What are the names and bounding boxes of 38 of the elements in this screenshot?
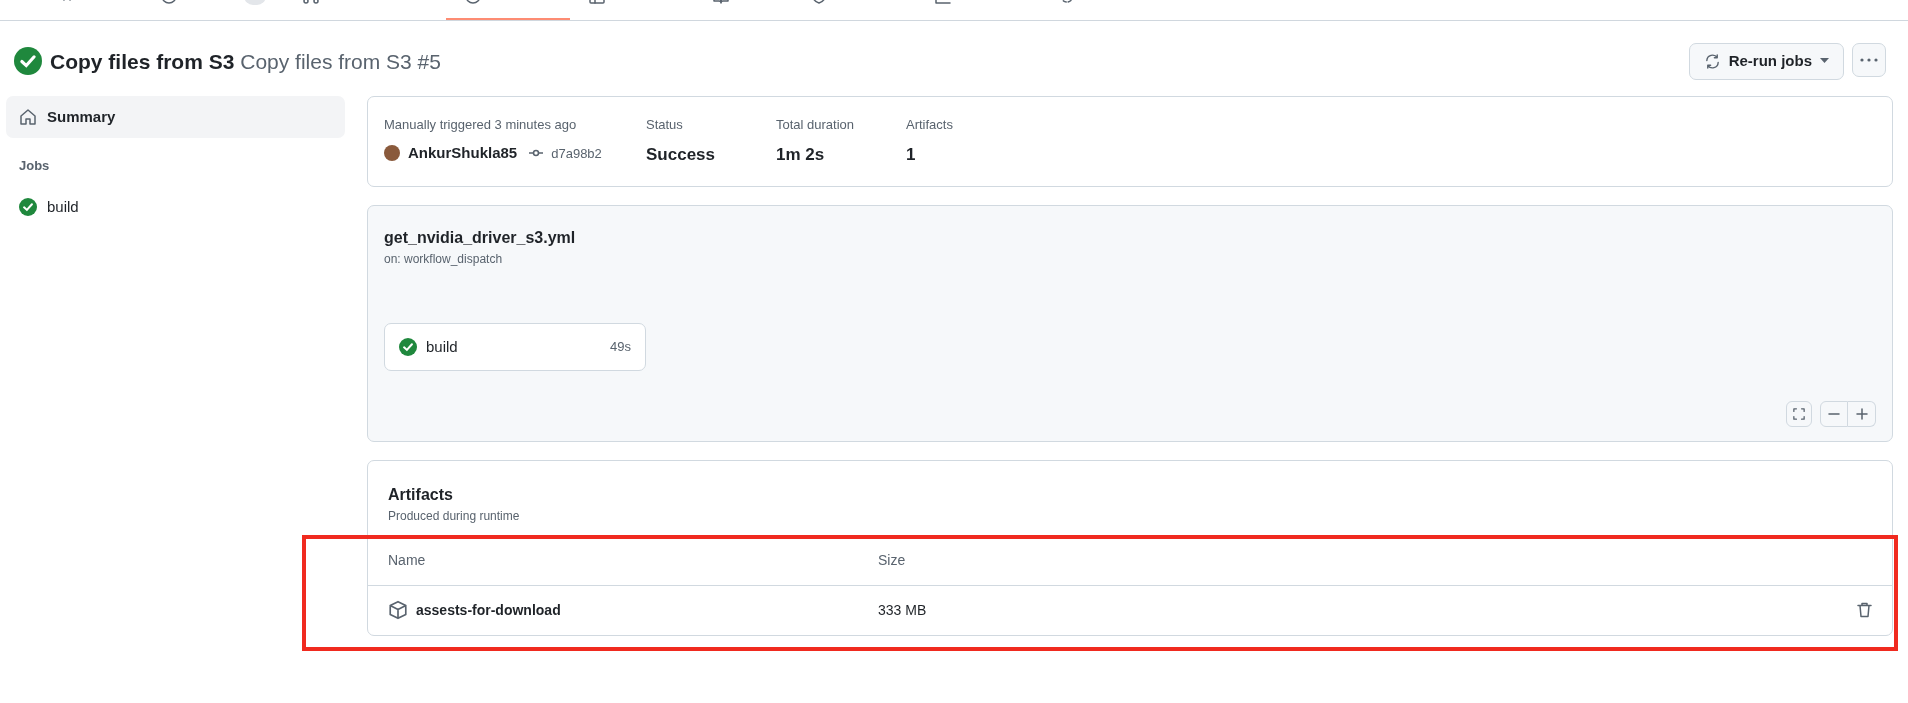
fullscreen-icon <box>1793 406 1805 421</box>
stat-value: 1m 2s <box>776 144 826 166</box>
avatar <box>384 145 400 162</box>
section-heading: Jobs <box>18 157 51 175</box>
home-icon <box>19 107 37 126</box>
section-title: Artifacts <box>388 484 454 505</box>
column-header: Size <box>878 550 906 570</box>
trigger-text: on: workflow_dispatch <box>384 250 504 268</box>
delete-trash-icon[interactable] <box>1857 602 1872 618</box>
refresh-icon <box>1703 52 1721 70</box>
commit-icon <box>529 148 544 159</box>
package-icon <box>388 600 408 620</box>
stat-label: Status <box>646 115 684 134</box>
stat-value: Success <box>646 144 716 166</box>
artifact-size: 333 MB <box>878 600 927 620</box>
stat-label: Total duration <box>776 115 856 134</box>
zoom-in-button[interactable] <box>1848 400 1876 427</box>
stat-label: Artifacts <box>906 115 954 134</box>
trigger-text: Manually triggered 3 minutes ago <box>384 115 578 134</box>
username-link[interactable]: AnkurShukla85 <box>408 142 518 165</box>
job-duration: 49s <box>610 338 631 356</box>
rerun-jobs-button[interactable]: Re-run jobs <box>1688 43 1844 80</box>
fullscreen-button[interactable] <box>1786 400 1812 427</box>
plus-icon <box>1855 407 1868 420</box>
artifact-link[interactable]: assests-for-download <box>416 599 561 621</box>
more-options-button[interactable] <box>1852 43 1886 77</box>
commit-link[interactable]: d7a98b2 <box>551 143 602 163</box>
dots-icon <box>1860 58 1878 62</box>
column-header: Name <box>388 550 427 570</box>
workflow-filename: get_nvidia_driver_s3.yml <box>384 227 577 248</box>
run-title: Copy files from S3 Copy files from S3 #5 <box>50 48 441 74</box>
sidebar-job[interactable]: build <box>6 185 345 228</box>
sidebar-item[interactable]: Summary <box>6 95 345 138</box>
section-subtitle: Produced during runtime <box>388 507 521 525</box>
zoom-out-button[interactable] <box>1820 400 1848 427</box>
job-node[interactable]: build 49s <box>384 322 646 371</box>
caret-icon <box>1820 58 1829 65</box>
stat-value: 1 <box>906 144 917 166</box>
